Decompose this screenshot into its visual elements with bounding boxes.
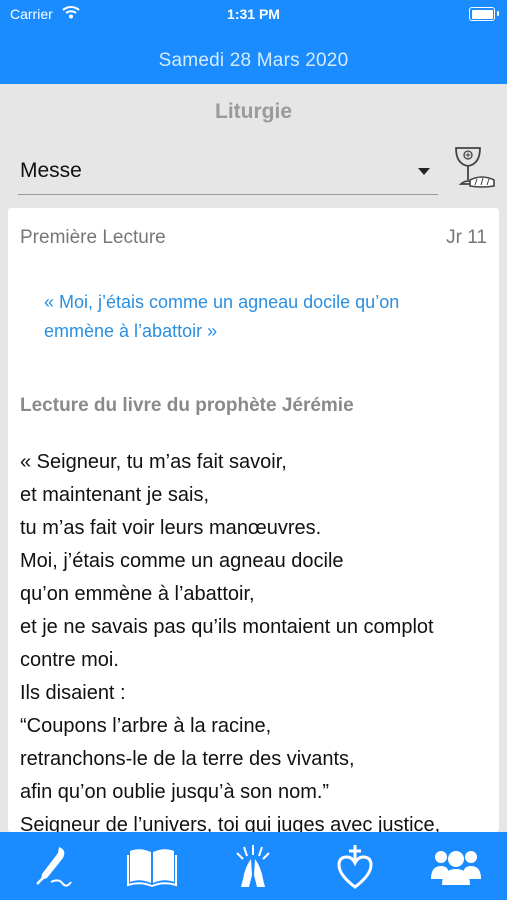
- quote-line: emmène à l’abattoir »: [44, 321, 218, 341]
- office-select[interactable]: Messe: [18, 150, 438, 195]
- book-icon: [127, 849, 178, 887]
- tab-book[interactable]: [122, 838, 182, 894]
- text-line: afin qu’on oublie jusqu’à son nom.”: [20, 781, 330, 803]
- tab-people[interactable]: [426, 838, 486, 894]
- text-line: et je ne savais pas qu’ils montaient un …: [20, 616, 434, 638]
- heart-cross-icon: [337, 845, 373, 889]
- reading-card: Première Lecture Jr 11 « Moi, j’étais co…: [8, 208, 499, 832]
- text-line: contre moi.: [20, 649, 119, 671]
- praying-hands-icon: [236, 845, 271, 887]
- reading-quote: « Moi, j’étais comme un agneau docile qu…: [44, 288, 484, 346]
- text-line: Ils disaient :: [20, 682, 126, 704]
- reading-text: « Seigneur, tu m’as fait savoir, et main…: [20, 446, 498, 832]
- people-group-icon: [431, 851, 482, 885]
- text-line: Seigneur de l’univers, toi qui juges ave…: [20, 814, 441, 832]
- tab-heart[interactable]: [325, 838, 385, 894]
- text-line: « Seigneur, tu m’as fait savoir,: [20, 451, 287, 473]
- office-select-value: Messe: [20, 159, 82, 182]
- tab-quill[interactable]: [21, 838, 81, 894]
- quill-icon: [35, 847, 72, 887]
- text-line: “Coupons l’arbre à la racine,: [20, 715, 272, 737]
- section-title: Liturgie: [215, 100, 292, 123]
- status-time: 1:31 PM: [227, 6, 280, 22]
- text-line: et maintenant je sais,: [20, 484, 209, 506]
- text-line: tu m’as fait voir leurs manœuvres.: [20, 517, 322, 539]
- text-line: retranchons-le de la terre des vivants,: [20, 748, 355, 770]
- reading-reference: Jr 11: [446, 227, 487, 248]
- tab-prayer[interactable]: [223, 838, 283, 894]
- tab-bar: [0, 832, 507, 900]
- text-line: Moi, j’étais comme un agneau docile: [20, 550, 344, 572]
- top-bar: Carrier 1:31 PM Samedi 28 Mars 2020: [0, 0, 507, 84]
- text-line: qu’on emmène à l’abattoir,: [20, 583, 255, 605]
- reading-heading: Première Lecture: [20, 227, 166, 248]
- reading-title: Lecture du livre du prophète Jérémie: [20, 395, 354, 416]
- page-date: Samedi 28 Mars 2020: [158, 50, 349, 71]
- caret-down-icon: [418, 168, 430, 175]
- chalice-icon[interactable]: [450, 144, 500, 190]
- quote-line: « Moi, j’étais comme un agneau docile qu…: [44, 292, 400, 312]
- status-bar: Carrier 1:31 PM: [0, 0, 507, 30]
- battery-icon: [469, 7, 499, 21]
